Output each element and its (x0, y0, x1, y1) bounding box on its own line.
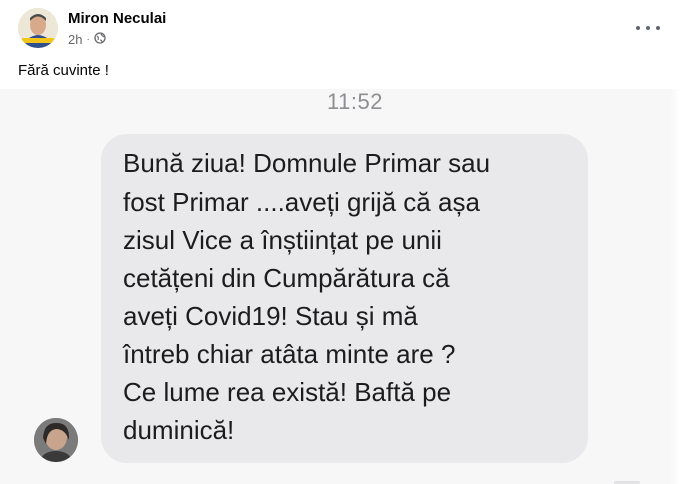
post-photo[interactable]: 11:52 Bună ziua! Domnule Primar sau fost… (0, 89, 680, 484)
post-text: Fără cuvinte ! (18, 62, 109, 79)
sender-photo (34, 418, 78, 462)
sender-avatar (34, 418, 78, 462)
message-line: aveți Covid19! Stau și mă (123, 301, 418, 331)
message-line: fost Primar ....aveți grijă că așa (123, 187, 480, 217)
more-options-button[interactable] (636, 18, 660, 38)
message-time: 11:52 (327, 89, 383, 114)
post-meta: 2h · (68, 32, 106, 47)
message-bubble: Bună ziua! Domnule Primar sau fost Prima… (101, 134, 588, 463)
more-dot (636, 26, 640, 30)
message-line: cetățeni din Cumpărătura că (123, 263, 450, 293)
message-line: Ce lume rea există! Baftă pe (123, 377, 452, 407)
more-dot (646, 26, 650, 30)
post-time[interactable]: 2h (68, 32, 82, 47)
post-header: Miron Neculai 2h · (0, 0, 680, 56)
author-avatar[interactable] (18, 8, 58, 48)
photo-edge (670, 89, 680, 484)
message-line: duminică! (123, 415, 235, 445)
message-line: zisul Vice a înștiințat pe unii (123, 225, 442, 255)
message-line: întreb chiar atâta minte are ? (123, 339, 456, 369)
more-dot (656, 26, 660, 30)
author-name[interactable]: Miron Neculai (68, 10, 166, 27)
message-line: Bună ziua! Domnule Primar sau (123, 148, 491, 178)
meta-separator: · (86, 34, 90, 45)
globe-icon (94, 32, 106, 47)
author-photo (18, 8, 58, 48)
